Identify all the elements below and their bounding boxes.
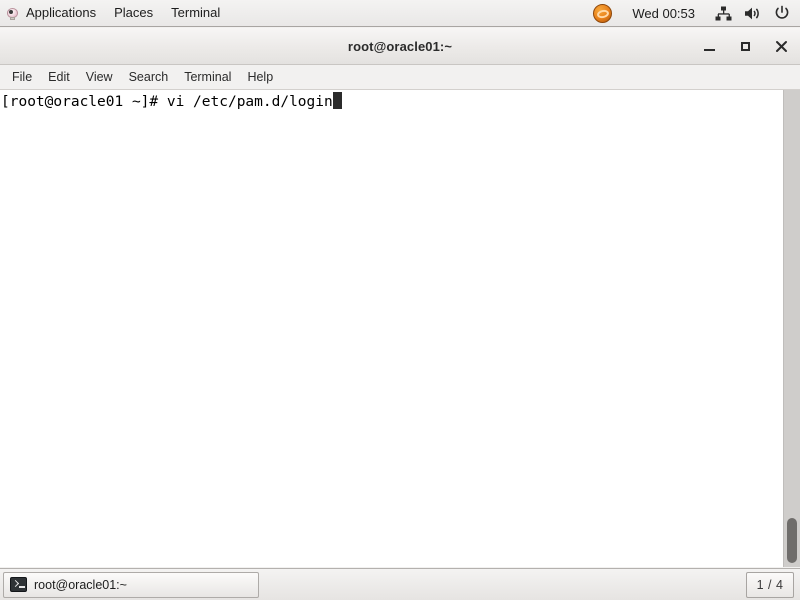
menubar-item-terminal-label: Terminal	[184, 69, 232, 84]
power-button[interactable]	[768, 1, 796, 26]
menubar-item-terminal[interactable]: Terminal	[176, 66, 239, 89]
menubar-item-view-label: View	[85, 69, 113, 84]
menubar-item-search[interactable]: Search	[121, 66, 177, 89]
terminal-line-text: [root@oracle01 ~]# vi /etc/pam.d/login	[1, 94, 333, 110]
window-minimize-button[interactable]	[696, 33, 722, 59]
menubar-item-help-label: Help	[247, 69, 274, 84]
minimize-icon	[703, 48, 715, 51]
terminal-line: [root@oracle01 ~]# vi /etc/pam.d/login	[1, 92, 783, 112]
task-button-terminal[interactable]: root@oracle01:~	[3, 571, 259, 598]
window-close-button[interactable]	[768, 33, 794, 59]
terminal-icon	[10, 577, 27, 592]
clock-label: Wed 00:53	[632, 5, 695, 21]
menu-applications-label: Applications	[26, 4, 97, 20]
window-controls	[696, 28, 794, 64]
task-button-label: root@oracle01:~	[34, 577, 127, 592]
menu-places-label: Places	[114, 4, 154, 20]
network-wired-icon	[715, 6, 732, 20]
menubar-item-help[interactable]: Help	[239, 66, 281, 89]
power-button-icon	[775, 5, 789, 19]
workspace-switcher[interactable]: 1 / 4	[746, 571, 794, 598]
menubar: File Edit View Search Terminal Help	[0, 65, 800, 90]
menubar-item-file[interactable]: File	[4, 66, 40, 89]
menubar-item-edit-label: Edit	[48, 69, 70, 84]
window-titlebar[interactable]: root@oracle01:~	[0, 28, 800, 65]
maximize-icon	[740, 41, 750, 51]
volume-button[interactable]	[738, 1, 768, 26]
terminal-scrollbar-thumb[interactable]	[787, 518, 797, 563]
terminal-scrollbar[interactable]	[783, 90, 800, 567]
applications-logo-icon	[5, 5, 21, 21]
close-icon	[775, 40, 787, 52]
menu-places[interactable]: Places	[105, 2, 162, 25]
window-maximize-button[interactable]	[732, 33, 758, 59]
oracle-linux-badge-button[interactable]	[587, 1, 618, 26]
menubar-item-edit[interactable]: Edit	[40, 66, 78, 89]
terminal-screen[interactable]: [root@oracle01 ~]# vi /etc/pam.d/login	[0, 90, 783, 567]
network-button[interactable]	[709, 1, 738, 26]
terminal-window: root@oracle01:~ File Edit View Search Te…	[0, 28, 800, 568]
menu-terminal-label: Terminal	[171, 4, 221, 20]
clock-button[interactable]: Wed 00:53	[618, 1, 709, 26]
volume-speaker-icon	[745, 7, 759, 19]
oracle-linux-badge-icon	[593, 3, 613, 23]
menubar-item-search-label: Search	[128, 69, 169, 84]
system-tray: Wed 00:53	[587, 1, 800, 26]
menu-terminal[interactable]: Terminal	[162, 2, 229, 25]
menubar-item-file-label: File	[12, 69, 33, 84]
desktop-screen: Applications Places Terminal Wed 00:53 r…	[0, 0, 800, 600]
terminal-cursor	[332, 92, 342, 109]
menubar-item-view[interactable]: View	[78, 66, 121, 89]
window-list: root@oracle01:~	[0, 571, 259, 598]
workspace-indicator-label: 1 / 4	[756, 577, 784, 592]
bottom-panel: root@oracle01:~ 1 / 4	[0, 568, 800, 600]
window-title: root@oracle01:~	[347, 38, 453, 54]
top-panel: Applications Places Terminal Wed 00:53	[0, 0, 800, 27]
menu-applications[interactable]: Applications	[0, 2, 105, 25]
terminal-area: [root@oracle01 ~]# vi /etc/pam.d/login	[0, 90, 800, 567]
